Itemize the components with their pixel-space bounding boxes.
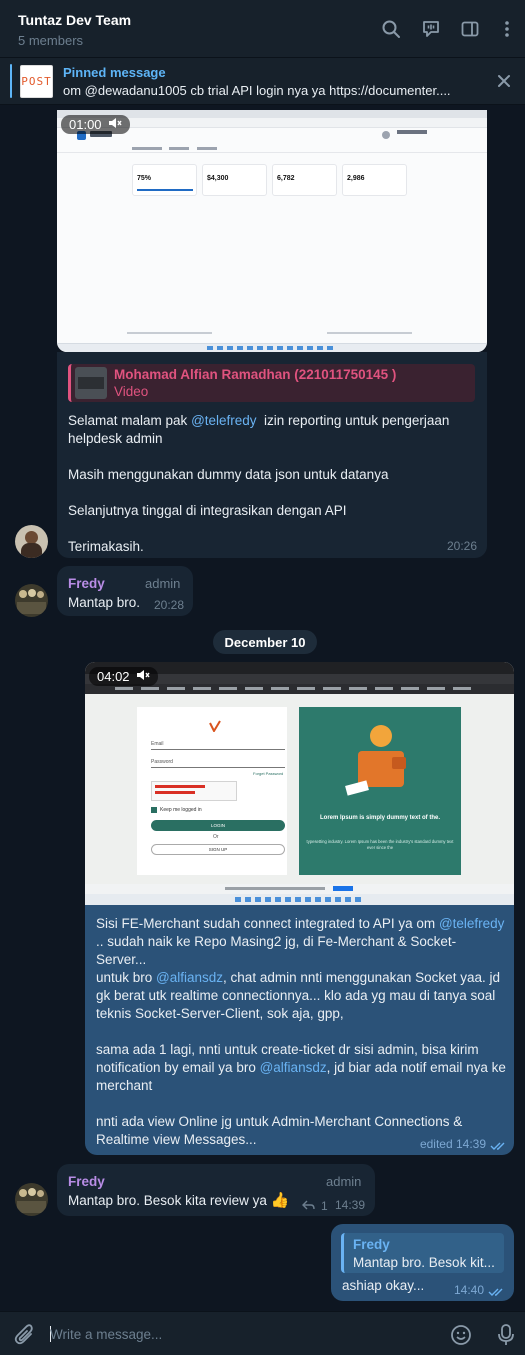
video-message-2[interactable]: Email Password Forget Password Keep me l… [85, 662, 514, 905]
reply-sender: Fredy [353, 1237, 390, 1252]
sender-role: admin [326, 1174, 362, 1189]
message-time: 20:26 [446, 539, 477, 553]
emoji-icon[interactable] [450, 1324, 472, 1351]
search-icon[interactable] [380, 18, 402, 40]
mute-icon[interactable] [136, 669, 150, 684]
forgot-password-link: Forget Password [253, 771, 284, 776]
mention-link[interactable]: @telefredy [439, 916, 504, 931]
promo-title: Lorem Ipsum is simply dummy text of the. [319, 815, 441, 821]
message-text: ashiap okay... [342, 1278, 425, 1293]
message-paragraph: Sisi FE-Merchant sudah connect integrate… [96, 916, 509, 967]
message-text: Mantap bro. Besok kita review ya 👍 [68, 1192, 290, 1209]
email-label: Email [151, 741, 164, 747]
message-text: Selamat malam pak @telefredy izin report… [68, 413, 454, 446]
voice-chat-icon[interactable] [420, 18, 442, 40]
avatar[interactable] [15, 584, 48, 617]
more-options-icon[interactable] [496, 18, 518, 40]
sender-name[interactable]: Fredy [68, 1174, 105, 1189]
promo-panel: Lorem Ipsum is simply dummy text of the.… [299, 707, 461, 875]
windows-taskbar [57, 343, 487, 352]
video-duration-badge: 04:02 [89, 667, 158, 686]
stat-card-3: 6,782 [272, 164, 337, 196]
reply-sender: Mohamad Alfian Ramadhan (221011750145 ) [114, 367, 397, 382]
video-duration: 04:02 [97, 669, 130, 684]
video-duration-badge: 01:00 [61, 115, 130, 134]
message-paragraph: sama ada 1 lagi, nnti untuk create-ticke… [96, 1042, 510, 1093]
message-time: 20:28 [154, 598, 185, 612]
stat-card-2: $4,300 [202, 164, 267, 196]
chat-title[interactable]: Tuntaz Dev Team [18, 12, 131, 28]
pinned-message-bar[interactable]: POST Pinned message om @dewadanu1005 cb … [0, 58, 525, 105]
reply-type: Video [114, 384, 149, 399]
promo-text: typesetting industry. Lorem Ipsum has be… [306, 839, 454, 850]
message-bubble-report[interactable]: Mohamad Alfian Ramadhan (221011750145 ) … [57, 352, 487, 558]
message-bubble-outgoing[interactable]: Sisi FE-Merchant sudah connect integrate… [85, 905, 514, 1155]
avatar[interactable] [15, 1183, 48, 1216]
message-bubble-fredy[interactable]: Fredy admin Mantap bro. Besok kita revie… [57, 1164, 375, 1216]
mute-icon[interactable] [108, 117, 122, 132]
or-label: Or [213, 834, 219, 840]
message-paragraph: Selanjutnya tinggal di integrasikan deng… [68, 503, 347, 518]
member-count[interactable]: 5 members [18, 33, 83, 48]
message-time: 14:39 [335, 1198, 366, 1212]
message-paragraph: untuk bro @alfiansdz, chat admin nnti me… [96, 970, 504, 1021]
login-button: LOGIN [151, 820, 285, 831]
message-list[interactable]: 75% $4,300 6,782 2,986 01:00 Mohamad Alf… [0, 106, 525, 1311]
message-time: edited 14:39 [419, 1137, 486, 1151]
sender-name[interactable]: Fredy [68, 576, 105, 591]
message-time: 14:40 [453, 1283, 484, 1297]
password-label: Password [151, 759, 173, 765]
message-composer [0, 1311, 525, 1355]
wallet-illustration [344, 721, 414, 801]
pinned-thumbnail: POST [20, 65, 53, 98]
reply-arrow-icon [302, 1197, 315, 1215]
double-check-icon [490, 1138, 508, 1156]
sidebar-toggle-icon[interactable] [459, 18, 481, 40]
reply-thumbnail [75, 367, 107, 399]
windows-taskbar [85, 894, 514, 905]
tabler-footer [127, 332, 487, 335]
mention-link[interactable]: @alfiansdz [156, 970, 223, 985]
signup-button: SIGN UP [151, 844, 285, 855]
reply-preview[interactable]: Mohamad Alfian Ramadhan (221011750145 ) … [68, 364, 475, 402]
double-check-icon [488, 1284, 506, 1302]
replies-counter[interactable]: 1 [302, 1197, 328, 1215]
tabler-navbar [77, 130, 477, 142]
video-duration: 01:00 [69, 117, 102, 132]
date-divider: December 10 [213, 630, 317, 654]
stat-card-1: 75% [132, 164, 197, 196]
message-paragraph: Terimakasih. [68, 539, 144, 554]
avatar[interactable] [15, 525, 48, 558]
video-message-1[interactable]: 75% $4,300 6,782 2,986 01:00 [57, 110, 487, 352]
pinned-accent-bar [10, 64, 12, 98]
pinned-text: om @dewadanu1005 cb trial API login nya … [63, 83, 451, 98]
message-bubble-outgoing-reply[interactable]: Fredy Mantap bro. Besok kit... ashiap ok… [331, 1224, 514, 1301]
message-paragraph: Masih menggunakan dummy data json untuk … [68, 467, 389, 482]
remember-label: Keep me logged in [160, 807, 202, 813]
recaptcha-box [151, 781, 237, 801]
sender-role: admin [145, 576, 181, 591]
stat-card-4: 2,986 [342, 164, 407, 196]
message-bubble-fredy[interactable]: Fredy admin Mantap bro. 20:28 [57, 566, 193, 616]
screen-share-notice [85, 884, 514, 894]
close-pinned-icon[interactable] [495, 72, 513, 90]
tabler-menu [57, 145, 487, 153]
attach-icon[interactable] [14, 1324, 36, 1351]
mention-link[interactable]: @telefredy [191, 413, 256, 428]
reply-preview[interactable]: Fredy Mantap bro. Besok kit... [341, 1233, 504, 1273]
pinned-title: Pinned message [63, 65, 166, 80]
brand-logo [209, 719, 221, 734]
microphone-icon[interactable] [496, 1323, 516, 1352]
thumbs-up-emoji: 👍 [270, 1192, 290, 1209]
login-page: Email Password Forget Password Keep me l… [85, 694, 514, 884]
message-input[interactable] [50, 1324, 430, 1344]
chat-header[interactable]: Tuntaz Dev Team 5 members [0, 0, 525, 58]
login-card: Email Password Forget Password Keep me l… [137, 707, 287, 875]
reply-text: Mantap bro. Besok kit... [353, 1255, 495, 1270]
mention-link[interactable]: @alfiansdz [260, 1060, 327, 1075]
message-text: Mantap bro. [68, 595, 141, 610]
reply-count: 1 [321, 1199, 328, 1213]
